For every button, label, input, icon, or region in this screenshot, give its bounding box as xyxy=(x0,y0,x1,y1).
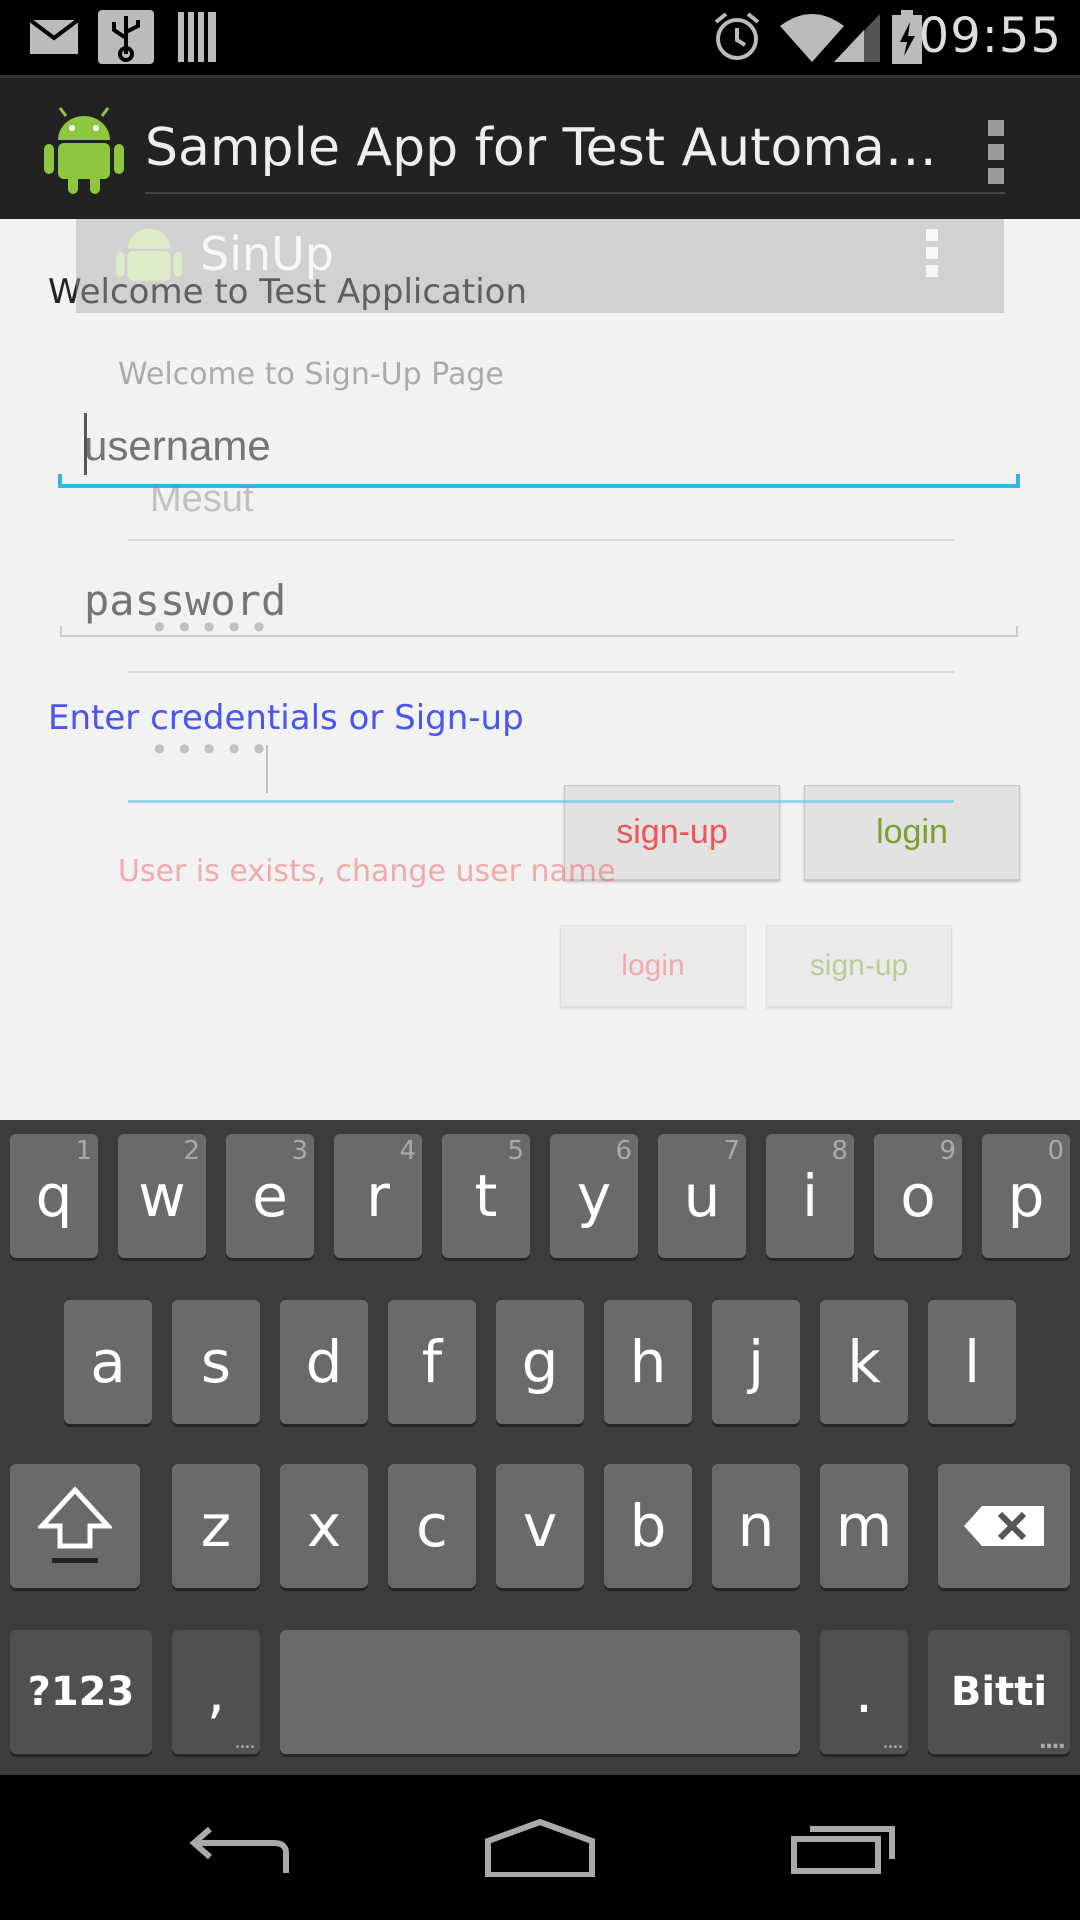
navigation-bar xyxy=(0,1775,1080,1920)
status-bar: 09:55 xyxy=(0,0,1080,75)
backspace-key[interactable] xyxy=(938,1464,1070,1588)
home-icon[interactable] xyxy=(484,1819,596,1877)
key-r[interactable]: r4 xyxy=(334,1134,422,1258)
error-message: User is exists, change user name xyxy=(118,854,616,889)
period-key[interactable]: . .... xyxy=(820,1630,908,1754)
key-i[interactable]: i8 xyxy=(766,1134,854,1258)
backspace-icon xyxy=(964,1506,1044,1546)
comma-key[interactable]: , .... xyxy=(172,1630,260,1754)
key-g[interactable]: g xyxy=(496,1300,584,1424)
key-n[interactable]: n xyxy=(712,1464,800,1588)
key-hint: 8 xyxy=(831,1136,848,1166)
key-b[interactable]: b xyxy=(604,1464,692,1588)
key-hint: 3 xyxy=(291,1136,308,1166)
period-key-label: . xyxy=(854,1658,874,1726)
key-hint: 9 xyxy=(939,1136,956,1166)
key-d[interactable]: d xyxy=(280,1300,368,1424)
username-underline-corner-right xyxy=(1016,474,1020,488)
key-hint: 4 xyxy=(399,1136,416,1166)
signup-header: SinUp xyxy=(76,219,1004,313)
key-e[interactable]: e3 xyxy=(226,1134,314,1258)
username-underline-corner-left xyxy=(58,474,62,488)
key-k[interactable]: k xyxy=(820,1300,908,1424)
key-m[interactable]: m xyxy=(820,1464,908,1588)
key-f[interactable]: f xyxy=(388,1300,476,1424)
barcode-icon xyxy=(178,12,216,62)
app-title: Sample App for Test Automa… xyxy=(145,118,937,178)
key-hint: 0 xyxy=(1047,1136,1064,1166)
comma-more-indicator: .... xyxy=(234,1729,256,1754)
key-v[interactable]: v xyxy=(496,1464,584,1588)
password-corner-right xyxy=(1016,626,1018,637)
comma-key-label: , xyxy=(206,1658,226,1726)
key-j[interactable]: j xyxy=(712,1300,800,1424)
key-hint: 5 xyxy=(507,1136,524,1166)
mail-icon xyxy=(30,20,78,54)
key-label: e xyxy=(252,1162,288,1230)
key-label: w xyxy=(138,1162,186,1230)
action-bar: Sample App for Test Automa… xyxy=(0,75,1080,219)
signup-dialog-overlay: SinUp Welcome to Sign-Up Page Mesut ••••… xyxy=(76,219,1004,1119)
android-icon xyxy=(44,107,124,194)
recent-apps-icon[interactable] xyxy=(790,1819,896,1875)
key-label: r xyxy=(366,1162,390,1230)
key-label: y xyxy=(576,1162,612,1230)
overflow-menu-icon[interactable] xyxy=(988,120,1004,184)
symbols-key-label: ?123 xyxy=(27,1669,135,1715)
key-w[interactable]: w2 xyxy=(118,1134,206,1258)
android-icon xyxy=(116,228,182,281)
signup-username-field[interactable]: Mesut xyxy=(128,469,954,541)
signup-title: SinUp xyxy=(200,227,335,281)
signup-dialog-signup-button[interactable]: sign-up xyxy=(766,925,952,1007)
key-s[interactable]: s xyxy=(172,1300,260,1424)
key-o[interactable]: o9 xyxy=(874,1134,962,1258)
key-z[interactable]: z xyxy=(172,1464,260,1588)
overflow-menu-icon xyxy=(926,229,938,277)
key-hint: 6 xyxy=(615,1136,632,1166)
done-more-indicator: .... xyxy=(1038,1729,1066,1754)
key-y[interactable]: y6 xyxy=(550,1134,638,1258)
alarm-icon xyxy=(714,12,760,60)
key-hint: 7 xyxy=(723,1136,740,1166)
period-more-indicator: .... xyxy=(882,1729,904,1754)
key-u[interactable]: u7 xyxy=(658,1134,746,1258)
soft-keyboard: q1w2e3r4t5y6u7i8o9p0 asdfghjkl zxcvbnm ?… xyxy=(0,1120,1080,1775)
key-label: u xyxy=(683,1162,721,1230)
clock: 09:55 xyxy=(918,8,1062,64)
password-corner-left xyxy=(60,626,62,637)
signup-dialog-login-button[interactable]: login xyxy=(560,925,746,1007)
text-cursor xyxy=(266,745,268,793)
done-key-label: Bitti xyxy=(950,1669,1048,1715)
signup-welcome-text: Welcome to Sign-Up Page xyxy=(118,357,504,392)
key-q[interactable]: q1 xyxy=(10,1134,98,1258)
shift-key[interactable] xyxy=(10,1464,140,1588)
battery-charging-icon xyxy=(892,10,922,64)
back-icon[interactable] xyxy=(186,1821,290,1875)
key-label: i xyxy=(801,1162,819,1230)
key-label: q xyxy=(35,1162,73,1230)
key-t[interactable]: t5 xyxy=(442,1134,530,1258)
space-key[interactable] xyxy=(280,1630,800,1754)
key-c[interactable]: c xyxy=(388,1464,476,1588)
key-hint: 1 xyxy=(75,1136,92,1166)
key-label: o xyxy=(900,1162,936,1230)
key-h[interactable]: h xyxy=(604,1300,692,1424)
key-l[interactable]: l xyxy=(928,1300,1016,1424)
symbols-key[interactable]: ?123 xyxy=(10,1630,152,1754)
title-divider xyxy=(145,192,1005,194)
key-label: p xyxy=(1007,1162,1045,1230)
signup-password-field[interactable]: ••••• xyxy=(128,609,954,673)
done-key[interactable]: Bitti .... xyxy=(928,1630,1070,1754)
key-a[interactable]: a xyxy=(64,1300,152,1424)
key-label: t xyxy=(474,1162,498,1230)
shift-icon xyxy=(38,1486,112,1563)
key-hint: 2 xyxy=(183,1136,200,1166)
signal-icon xyxy=(834,14,880,62)
key-p[interactable]: p0 xyxy=(982,1134,1070,1258)
signup-confirm-password-field[interactable]: ••••• xyxy=(128,731,954,803)
key-x[interactable]: x xyxy=(280,1464,368,1588)
usb-icon xyxy=(98,10,154,64)
